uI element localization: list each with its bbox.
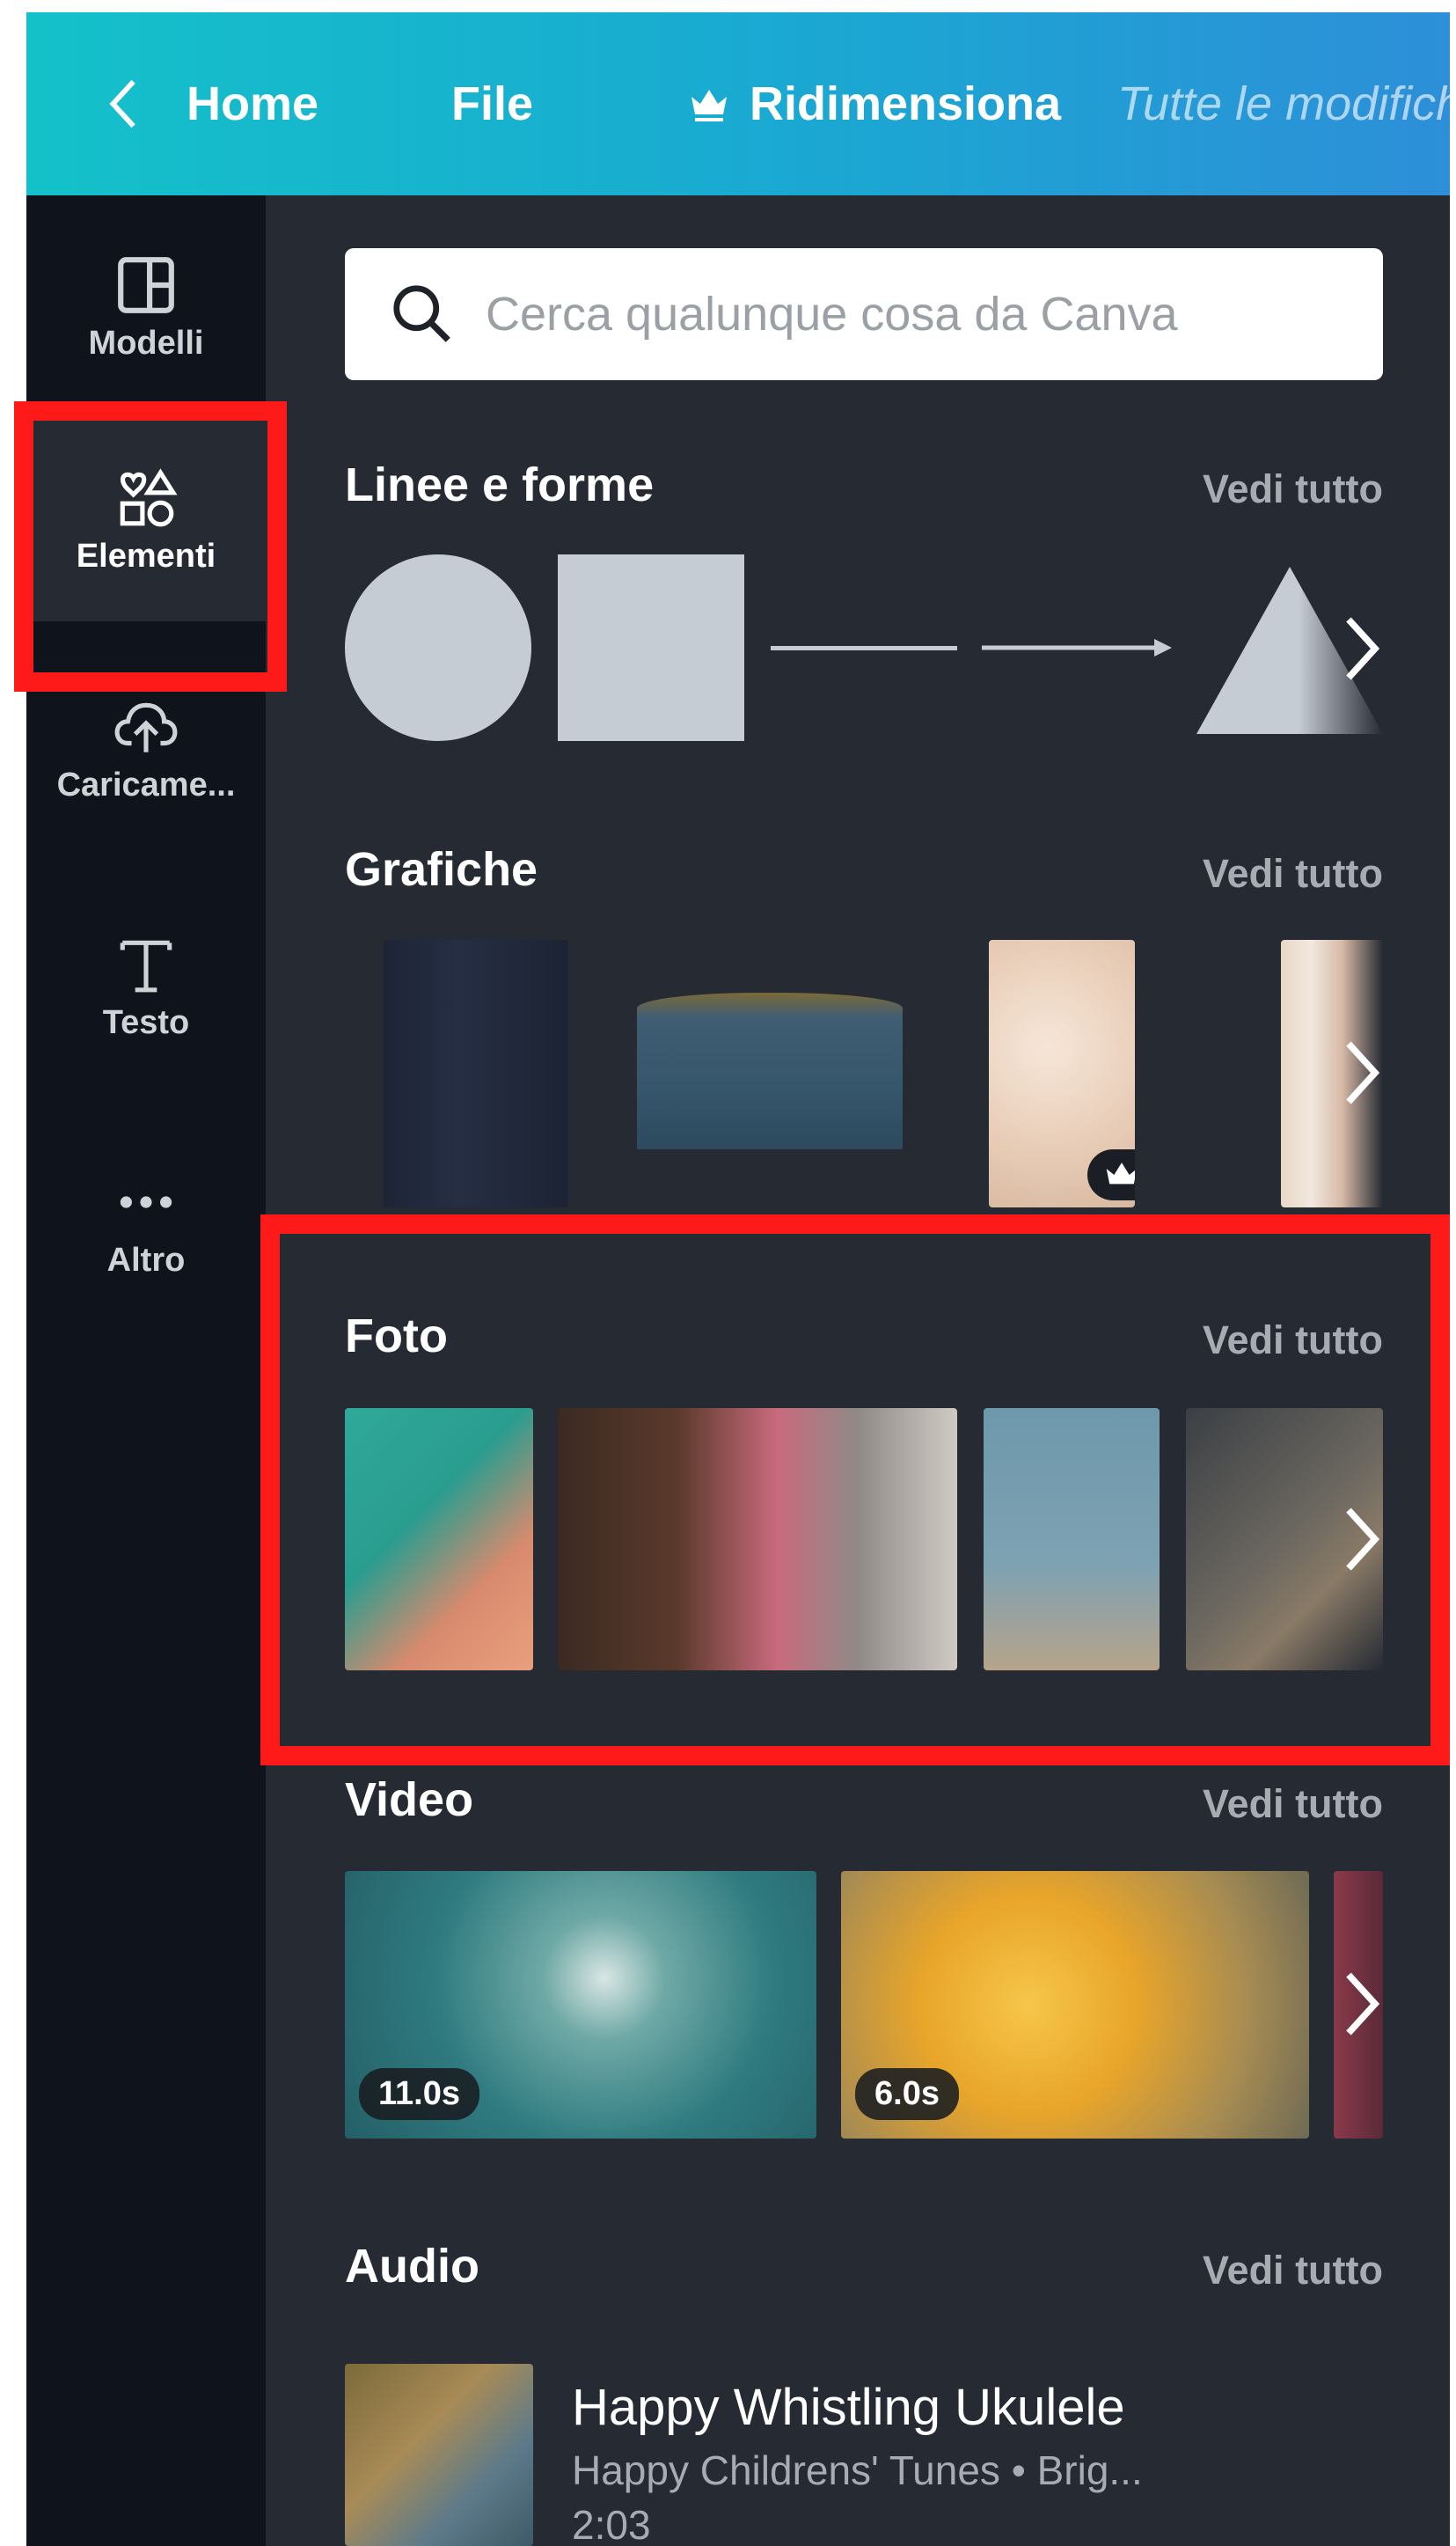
- shapes-icon: [120, 467, 178, 526]
- crown-icon: [691, 90, 727, 121]
- see-all-photos[interactable]: Vedi tutto: [1203, 1317, 1383, 1363]
- rail-label: Altro: [106, 1241, 186, 1279]
- resize-button[interactable]: Ridimensiona: [688, 12, 1061, 195]
- more-dots-icon: [120, 1195, 172, 1208]
- section-title-audio: Audio: [345, 2240, 479, 2293]
- rail-item-caricamenti[interactable]: Caricame...: [26, 648, 266, 850]
- section-title-videos: Video: [345, 1773, 474, 1826]
- cloud-upload-icon: [114, 702, 178, 752]
- file-menu[interactable]: File: [451, 12, 533, 195]
- video-thumb[interactable]: 11.0s: [345, 1871, 816, 2139]
- line-shape[interactable]: [771, 646, 957, 650]
- see-all-audio[interactable]: Vedi tutto: [1203, 2248, 1383, 2293]
- circle-shape[interactable]: [345, 554, 531, 741]
- graphic-thumb[interactable]: [384, 940, 568, 1207]
- section-title-photos: Foto: [345, 1310, 448, 1362]
- arrow-line-shape[interactable]: [982, 630, 1174, 665]
- see-all-videos[interactable]: Vedi tutto: [1203, 1781, 1383, 1827]
- save-status: Tutte le modifiche: [1117, 77, 1450, 130]
- resize-label: Ridimensiona: [750, 77, 1062, 130]
- side-rail: Modelli Elementi Caricame... Testo Altro: [26, 195, 266, 2546]
- rail-item-elementi[interactable]: Elementi: [26, 419, 266, 621]
- rail-label: Modelli: [88, 324, 204, 362]
- elements-panel: Linee e forme Vedi tutto Grafiche Vedi t…: [266, 195, 1450, 2546]
- see-all-lines[interactable]: Vedi tutto: [1203, 466, 1383, 512]
- audio-track-artist: Happy Childrens' Tunes • Brig...: [572, 2447, 1143, 2493]
- graphic-thumb[interactable]: [989, 940, 1135, 1207]
- layout-icon: [118, 256, 174, 313]
- top-bar: Home File Ridimensiona Tutte le modifich…: [26, 12, 1450, 195]
- photo-thumb[interactable]: [558, 1408, 957, 1670]
- duration-badge: 11.0s: [359, 2068, 479, 2120]
- video-thumb[interactable]: 6.0s: [841, 1871, 1309, 2139]
- search-bar[interactable]: [345, 248, 1383, 380]
- rail-item-altro[interactable]: Altro: [26, 1123, 266, 1325]
- chevron-right-icon[interactable]: [1335, 609, 1389, 688]
- section-title-graphics: Grafiche: [345, 843, 538, 896]
- search-icon: [393, 285, 450, 342]
- graphic-thumb[interactable]: [637, 993, 903, 1149]
- rail-label: Testo: [102, 1003, 190, 1041]
- crown-icon: [1106, 1163, 1135, 1185]
- home-link[interactable]: Home: [187, 12, 318, 195]
- section-title-lines: Linee e forme: [345, 459, 655, 511]
- rail-item-modelli[interactable]: Modelli: [26, 206, 266, 408]
- photo-thumb[interactable]: [984, 1408, 1160, 1670]
- duration-badge: 6.0s: [855, 2068, 959, 2120]
- back-chevron-icon[interactable]: [102, 12, 144, 195]
- audio-track-title[interactable]: Happy Whistling Ukulele: [572, 2378, 1125, 2437]
- audio-track-duration: 2:03: [572, 2502, 651, 2546]
- square-shape[interactable]: [558, 554, 744, 741]
- text-icon: [120, 940, 172, 992]
- chevron-right-icon[interactable]: [1335, 1500, 1389, 1579]
- search-input[interactable]: [486, 287, 1277, 341]
- rail-label: Elementi: [76, 537, 216, 575]
- rail-item-testo[interactable]: Testo: [26, 885, 266, 1088]
- photo-thumb[interactable]: [345, 1408, 533, 1670]
- audio-thumb[interactable]: [345, 2364, 533, 2546]
- chevron-right-icon[interactable]: [1335, 1033, 1389, 1112]
- rail-label: Caricame...: [56, 766, 236, 803]
- see-all-graphics[interactable]: Vedi tutto: [1203, 851, 1383, 897]
- chevron-right-icon[interactable]: [1335, 1964, 1389, 2043]
